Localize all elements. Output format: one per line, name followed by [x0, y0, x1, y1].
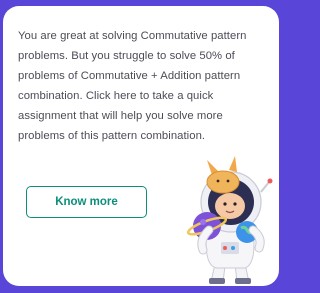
know-more-button[interactable]: Know more	[26, 186, 147, 218]
suggestion-card: You are great at solving Commutative pat…	[3, 6, 279, 286]
astronaut-illustration	[186, 156, 273, 284]
suggestion-message: You are great at solving Commutative pat…	[18, 30, 247, 142]
